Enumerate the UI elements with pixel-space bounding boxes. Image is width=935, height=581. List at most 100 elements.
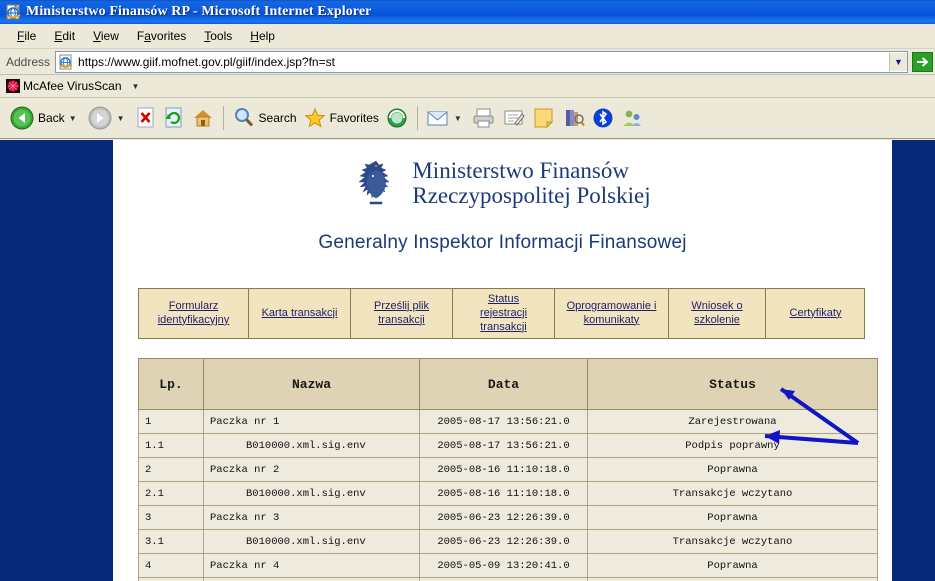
column-header-status: Status [587, 358, 878, 411]
cell-lp: 2 [138, 457, 204, 483]
table-row[interactable]: 4 Paczka nr 4 2005-05-09 13:20:41.0 Poprawn… [138, 553, 878, 579]
favorites-button[interactable]: Favorites [300, 102, 382, 134]
nav-link-4[interactable]: Oprogramowanie i komunikaty [567, 300, 657, 328]
mcafee-shield-icon [6, 79, 20, 93]
star-icon [304, 107, 326, 128]
table-row[interactable]: 3 Paczka nr 3 2005-06-23 12:26:39.0 Poprawn… [138, 505, 878, 531]
back-label: Back [38, 111, 65, 125]
cell-lp: 3.1 [138, 529, 204, 555]
nav-tab-oprogramowanie-i-komunikaty[interactable]: Oprogramowanie i komunikaty [555, 289, 669, 339]
menu-view[interactable]: View [84, 27, 128, 45]
nav-tab-wniosek-o-szkolenie[interactable]: Wniosek o szkolenie [669, 289, 766, 339]
nav-link-5[interactable]: Wniosek o szkolenie [691, 300, 742, 328]
table-row[interactable]: 3.1 B010000.xml.sig.env 2005-06-23 12:26:3… [138, 529, 878, 555]
menu-edit[interactable]: Edit [45, 27, 84, 45]
cell-status: Transakcje wczytano [587, 529, 878, 555]
chevron-down-icon[interactable]: ▼ [454, 114, 462, 123]
chevron-down-icon[interactable]: ▼ [889, 52, 907, 71]
table-row[interactable]: 1.1 B010000.xml.sig.env 2005-08-17 13:56:2… [138, 433, 878, 459]
address-url-text[interactable]: https://www.giif.mofnet.gov.pl/giif/inde… [78, 55, 889, 69]
books-icon [565, 110, 585, 127]
cell-status: Poprawna [587, 553, 878, 579]
messenger-icon [623, 110, 641, 126]
back-button[interactable]: Back ▼ [6, 102, 84, 134]
brand-title: Ministerstwo Finansów Rzeczypospolitej P… [412, 158, 650, 209]
address-input[interactable]: https://www.giif.mofnet.gov.pl/giif/inde… [55, 50, 908, 73]
home-button[interactable] [188, 102, 218, 134]
mcafee-toolbar: McAfee VirusScan ▼ [0, 75, 935, 98]
nav-tab-status-rejestracji-transakcji[interactable]: Status rejestracji transakcji [453, 289, 555, 339]
bluetooth-button[interactable] [589, 102, 617, 134]
messenger-button[interactable] [617, 102, 647, 134]
cell-status: Podpis poprawny [587, 433, 878, 459]
cell-data: 2005-05-09 13:20:41.0 [419, 553, 588, 579]
nav-tab-formularz-identyfikacyjny[interactable]: Formularz identyfikacyjny [139, 289, 249, 339]
mcafee-label[interactable]: McAfee VirusScan [23, 79, 122, 93]
history-icon [387, 108, 407, 128]
cell-nazwa: B010000.xml.sig.env [203, 481, 420, 507]
cell-nazwa: B010000.xml.sig.env [203, 433, 420, 459]
cell-lp: 3 [138, 505, 204, 531]
go-arrow-icon[interactable] [911, 51, 933, 72]
stop-icon [137, 107, 154, 128]
note-icon [534, 108, 554, 129]
chevron-down-icon: ▼ [116, 113, 125, 123]
window-titlebar: Ministerstwo Finansów RP - Microsoft Int… [0, 0, 935, 24]
browser-viewport[interactable]: Ministerstwo Finansów Rzeczypospolitej P… [0, 140, 935, 581]
cell-nazwa: Paczka nr 4 [203, 553, 420, 579]
home-icon [193, 110, 212, 127]
polish-eagle-emblem-icon [354, 158, 398, 210]
address-bar: Address https://www.giif.mofnet.gov.pl/g… [0, 49, 935, 75]
cell-lp: 2.1 [138, 481, 204, 507]
table-row[interactable]: 2.1 B010000.xml.sig.env 2005-08-16 11:10:1… [138, 481, 878, 507]
cell-data: 2005-08-17 13:56:21.0 [419, 433, 588, 459]
stop-button[interactable] [132, 102, 160, 134]
cell-status: Poprawna [587, 457, 878, 483]
main-navigation: Formularz identyfikacyjny Karta transakcj… [138, 288, 865, 340]
window-title: Ministerstwo Finansów RP - Microsoft Int… [26, 4, 372, 19]
table-row[interactable]: 2 Paczka nr 2 2005-08-16 11:10:18.0 Poprawn… [138, 457, 878, 483]
history-button[interactable] [382, 102, 412, 134]
menu-bar: File Edit View Favorites Tools Help [0, 24, 935, 49]
table-header-row: Lp. Nazwa Data Status [138, 358, 878, 411]
nav-link-6[interactable]: Certyfikaty [790, 307, 842, 321]
research-button[interactable] [559, 102, 589, 134]
column-header-nazwa: Nazwa [203, 358, 420, 411]
notes-button[interactable] [529, 102, 559, 134]
menu-help[interactable]: Help [241, 27, 284, 45]
search-button[interactable]: Search [229, 102, 300, 134]
edit-page-icon [504, 110, 525, 126]
menu-tools[interactable]: Tools [195, 27, 241, 45]
chevron-down-icon[interactable]: ▼ [69, 114, 77, 123]
address-label: Address [6, 54, 51, 69]
ie-browser-window: Ministerstwo Finansów RP - Microsoft Int… [0, 0, 935, 581]
cell-status: Transakcje wczytano [587, 481, 878, 507]
toolbar-separator [416, 106, 418, 130]
mail-button[interactable]: ▼ [423, 102, 469, 134]
refresh-icon [165, 107, 182, 128]
chevron-down-icon[interactable]: ▼ [132, 82, 140, 91]
search-icon [234, 108, 253, 127]
cell-data: 2005-08-17 13:56:21.0 [419, 409, 588, 435]
print-button[interactable] [469, 102, 499, 134]
refresh-button[interactable] [160, 102, 188, 134]
menu-file[interactable]: File [8, 27, 45, 45]
navigation-toolbar: Back ▼ ▼ Search Favorites ▼ [0, 98, 935, 139]
cell-data: 2005-08-16 11:10:18.0 [419, 481, 588, 507]
nav-tab-certyfikaty[interactable]: Certyfikaty [766, 289, 865, 338]
nav-link-3[interactable]: Status rejestracji transakcji [480, 293, 527, 334]
cell-status: Zarejestrowana [587, 409, 878, 435]
column-header-data: Data [419, 358, 588, 411]
nav-link-0[interactable]: Formularz identyfikacyjny [158, 300, 230, 328]
nav-link-1[interactable]: Karta transakcji [262, 307, 338, 321]
menu-favorites[interactable]: Favorites [128, 27, 195, 45]
favorites-label: Favorites [329, 111, 379, 125]
back-arrow-icon [10, 106, 34, 130]
nav-link-2[interactable]: Prześlij plik transakcji [374, 300, 429, 328]
nav-tab-przeslij-plik-transakcji[interactable]: Prześlij plik transakcji [351, 289, 453, 339]
cell-lp: 1.1 [138, 433, 204, 459]
nav-tab-karta-transakcji[interactable]: Karta transakcji [249, 289, 351, 339]
edit-button[interactable] [499, 102, 529, 134]
table-row[interactable]: 1 Paczka nr 1 2005-08-17 13:56:21.0 Zarejes… [138, 409, 878, 435]
cell-data: 2005-06-23 12:26:39.0 [419, 505, 588, 531]
